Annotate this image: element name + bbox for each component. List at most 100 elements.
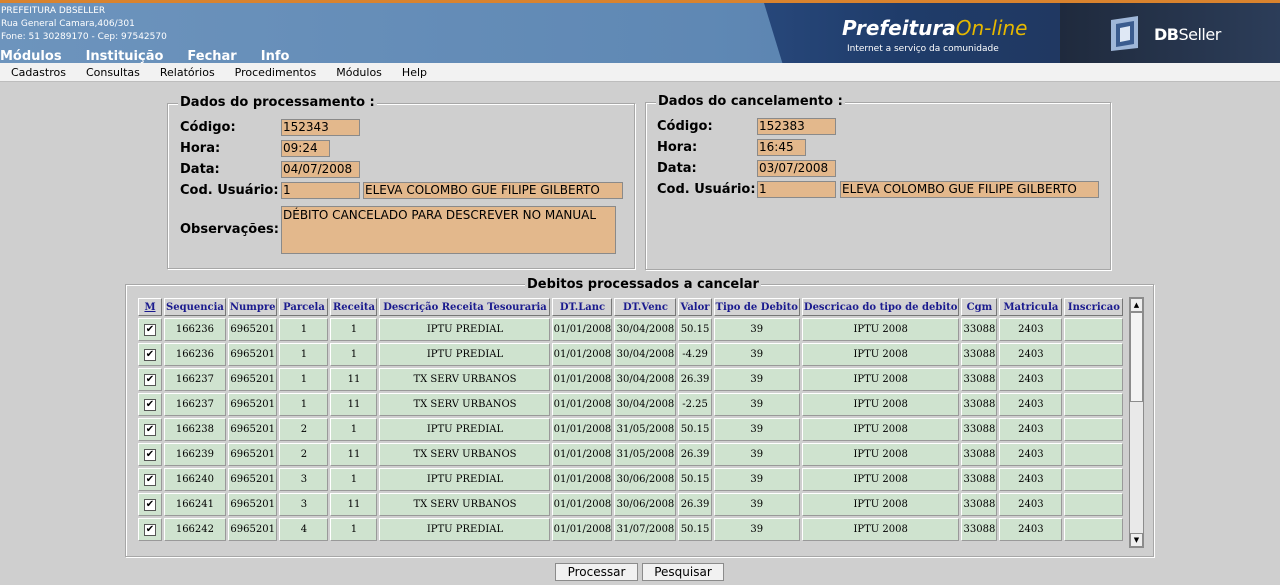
scroll-up-icon[interactable]: ▲ bbox=[1130, 298, 1143, 312]
menu-modulos[interactable]: Módulos bbox=[336, 66, 382, 79]
canc-usuario-name-field[interactable]: ELEVA COLOMBO GUE FILIPE GILBERTO bbox=[840, 181, 1099, 198]
table-cell: 01/01/2008 bbox=[552, 343, 613, 366]
column-header[interactable]: Sequencia bbox=[164, 298, 226, 316]
table-cell: 01/01/2008 bbox=[552, 393, 613, 416]
table-cell: 31/05/2008 bbox=[614, 418, 677, 441]
proc-codigo-field[interactable]: 152343 bbox=[281, 119, 360, 136]
row-checkbox[interactable]: ✔ bbox=[144, 448, 156, 461]
row-checkbox[interactable]: ✔ bbox=[144, 473, 156, 486]
menu-consultas[interactable]: Consultas bbox=[86, 66, 140, 79]
proc-data-field[interactable]: 04/07/2008 bbox=[281, 161, 360, 178]
scroll-down-icon[interactable]: ▼ bbox=[1130, 533, 1143, 547]
column-header[interactable]: Parcela bbox=[279, 298, 329, 316]
table-row[interactable]: ✔ 166237 6965201 1 11 TX SERV URBANOS 01/01/20… bbox=[138, 368, 1124, 391]
table-cell: 2403 bbox=[999, 443, 1063, 466]
table-row[interactable]: ✔ 166238 6965201 2 1 IPTU PREDIAL 01/01/2008 31… bbox=[138, 418, 1124, 441]
table-row[interactable]: ✔ 166240 6965201 3 1 IPTU PREDIAL 01/01/2008 30… bbox=[138, 468, 1124, 491]
processar-button[interactable]: Processar bbox=[555, 563, 638, 581]
banner-title: PrefeituraOn-line bbox=[842, 16, 1028, 40]
proc-hora-field[interactable]: 09:24 bbox=[281, 140, 330, 157]
column-header[interactable]: Inscricao bbox=[1064, 298, 1124, 316]
column-header[interactable]: Descricao do tipo de debito bbox=[801, 298, 960, 316]
canc-codigo-field[interactable]: 152383 bbox=[757, 118, 836, 135]
menu-relatorios[interactable]: Relatórios bbox=[160, 66, 215, 79]
table-cell: 2403 bbox=[999, 518, 1063, 541]
column-header[interactable]: Valor bbox=[678, 298, 712, 316]
proc-usuario-name-field[interactable]: ELEVA COLOMBO GUE FILIPE GILBERTO bbox=[363, 182, 623, 199]
table-cell: IPTU 2008 bbox=[801, 493, 960, 516]
table-cell: 1 bbox=[279, 343, 329, 366]
table-cell: IPTU 2008 bbox=[801, 393, 960, 416]
column-header[interactable]: Descrição Receita Tesouraria bbox=[379, 298, 551, 316]
table-cell: 33088 bbox=[961, 493, 998, 516]
table-row[interactable]: ✔ 166236 6965201 1 1 IPTU PREDIAL 01/01/2008 30… bbox=[138, 318, 1124, 341]
proc-observacoes-field[interactable]: DÉBITO CANCELADO PARA DESCREVER NO MANUA… bbox=[281, 206, 616, 254]
table-cell: IPTU 2008 bbox=[801, 443, 960, 466]
table-cell: 11 bbox=[330, 443, 378, 466]
table-cell: 39 bbox=[713, 493, 800, 516]
top-menu-modulos[interactable]: Módulos bbox=[0, 49, 62, 64]
table-cell: 30/06/2008 bbox=[614, 468, 677, 491]
canc-hora-field[interactable]: 16:45 bbox=[757, 139, 806, 156]
column-header[interactable]: Matricula bbox=[999, 298, 1063, 316]
pesquisar-button[interactable]: Pesquisar bbox=[642, 563, 724, 581]
table-cell: 11 bbox=[330, 393, 378, 416]
column-header[interactable]: DT.Lanc bbox=[552, 298, 613, 316]
table-cell: 6965201 bbox=[227, 443, 278, 466]
table-row[interactable]: ✔ 166239 6965201 2 11 TX SERV URBANOS 01/01/20… bbox=[138, 443, 1124, 466]
table-cell: 01/01/2008 bbox=[552, 443, 613, 466]
row-checkbox[interactable]: ✔ bbox=[144, 398, 156, 411]
table-cell: 166239 bbox=[164, 443, 226, 466]
row-checkbox[interactable]: ✔ bbox=[144, 523, 156, 536]
row-checkbox-cell: ✔ bbox=[138, 343, 162, 366]
grid-scrollbar[interactable]: ▲ ▼ bbox=[1129, 297, 1144, 548]
column-header[interactable]: Tipo de Debito bbox=[713, 298, 800, 316]
row-checkbox[interactable]: ✔ bbox=[144, 323, 156, 336]
top-menu-instituicao[interactable]: Instituição bbox=[86, 49, 164, 64]
table-cell: 11 bbox=[330, 493, 378, 516]
row-checkbox[interactable]: ✔ bbox=[144, 348, 156, 361]
table-cell: 50.15 bbox=[678, 318, 712, 341]
menu-help[interactable]: Help bbox=[402, 66, 427, 79]
row-checkbox[interactable]: ✔ bbox=[144, 423, 156, 436]
table-row[interactable]: ✔ 166241 6965201 3 11 TX SERV URBANOS 01/01/20… bbox=[138, 493, 1124, 516]
table-cell: 39 bbox=[713, 468, 800, 491]
table-cell: 39 bbox=[713, 518, 800, 541]
table-cell: 33088 bbox=[961, 418, 998, 441]
canc-data-field[interactable]: 03/07/2008 bbox=[757, 160, 836, 177]
table-cell: 33088 bbox=[961, 343, 998, 366]
menu-procedimentos[interactable]: Procedimentos bbox=[235, 66, 317, 79]
table-cell bbox=[1064, 393, 1124, 416]
canc-data-label: Data: bbox=[657, 161, 697, 176]
proc-hora-label: Hora: bbox=[180, 141, 221, 156]
row-checkbox[interactable]: ✔ bbox=[144, 373, 156, 386]
menu-cadastros[interactable]: Cadastros bbox=[11, 66, 66, 79]
debitos-title: Debitos processados a cancelar bbox=[525, 277, 761, 292]
row-checkbox-cell: ✔ bbox=[138, 443, 162, 466]
column-header[interactable]: Cgm bbox=[961, 298, 998, 316]
table-cell: 1 bbox=[330, 518, 378, 541]
table-cell: 26.39 bbox=[678, 443, 712, 466]
table-row[interactable]: ✔ 166236 6965201 1 1 IPTU PREDIAL 01/01/2008 30… bbox=[138, 343, 1124, 366]
table-cell: 166242 bbox=[164, 518, 226, 541]
table-cell: 11 bbox=[330, 368, 378, 391]
table-cell bbox=[1064, 318, 1124, 341]
row-checkbox[interactable]: ✔ bbox=[144, 498, 156, 511]
top-menu-info[interactable]: Info bbox=[261, 49, 290, 64]
scroll-thumb[interactable] bbox=[1130, 312, 1143, 402]
proc-usuario-code-field[interactable]: 1 bbox=[281, 182, 360, 199]
top-menu-fechar[interactable]: Fechar bbox=[187, 49, 236, 64]
column-header-marcar[interactable]: M bbox=[138, 298, 162, 316]
table-cell: 33088 bbox=[961, 443, 998, 466]
table-cell bbox=[1064, 343, 1124, 366]
column-header[interactable]: Receita bbox=[330, 298, 378, 316]
table-row[interactable]: ✔ 166237 6965201 1 11 TX SERV URBANOS 01/01/20… bbox=[138, 393, 1124, 416]
table-cell: IPTU 2008 bbox=[801, 418, 960, 441]
column-header[interactable]: Numpre bbox=[227, 298, 278, 316]
table-cell: 31/05/2008 bbox=[614, 443, 677, 466]
canc-usuario-code-field[interactable]: 1 bbox=[757, 181, 836, 198]
table-cell: 30/04/2008 bbox=[614, 393, 677, 416]
table-row[interactable]: ✔ 166242 6965201 4 1 IPTU PREDIAL 01/01/2008 31… bbox=[138, 518, 1124, 541]
table-cell: 30/04/2008 bbox=[614, 343, 677, 366]
column-header[interactable]: DT.Venc bbox=[614, 298, 677, 316]
